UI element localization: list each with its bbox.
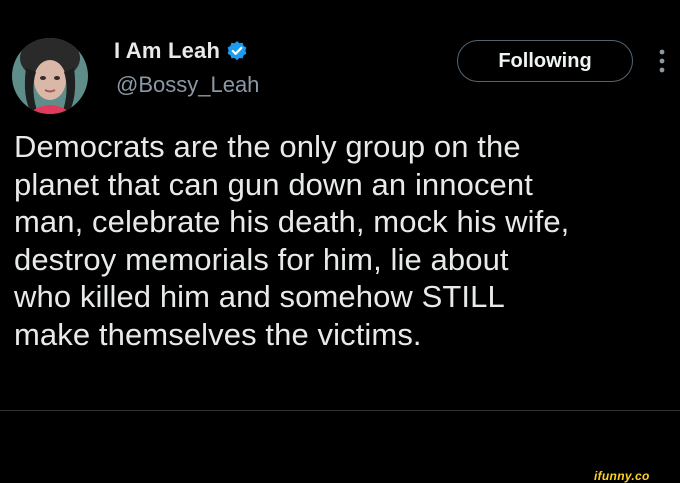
author-name-row: I Am Leah [114,38,248,64]
tweet-card: I Am Leah @Bossy_Leah Following Democrat… [0,0,680,412]
author-display-name[interactable]: I Am Leah [114,38,220,64]
profile-photo-icon [12,38,88,114]
avatar[interactable] [12,38,88,114]
author-handle[interactable]: @Bossy_Leah [116,72,259,98]
ifunny-watermark: ifunny.co [594,469,650,483]
divider [0,410,680,411]
verified-badge-icon [226,40,248,62]
tweet-text: Democrats are the only group on the plan… [14,129,570,352]
vertical-ellipsis-icon[interactable] [654,44,670,78]
following-button[interactable]: Following [457,40,633,82]
